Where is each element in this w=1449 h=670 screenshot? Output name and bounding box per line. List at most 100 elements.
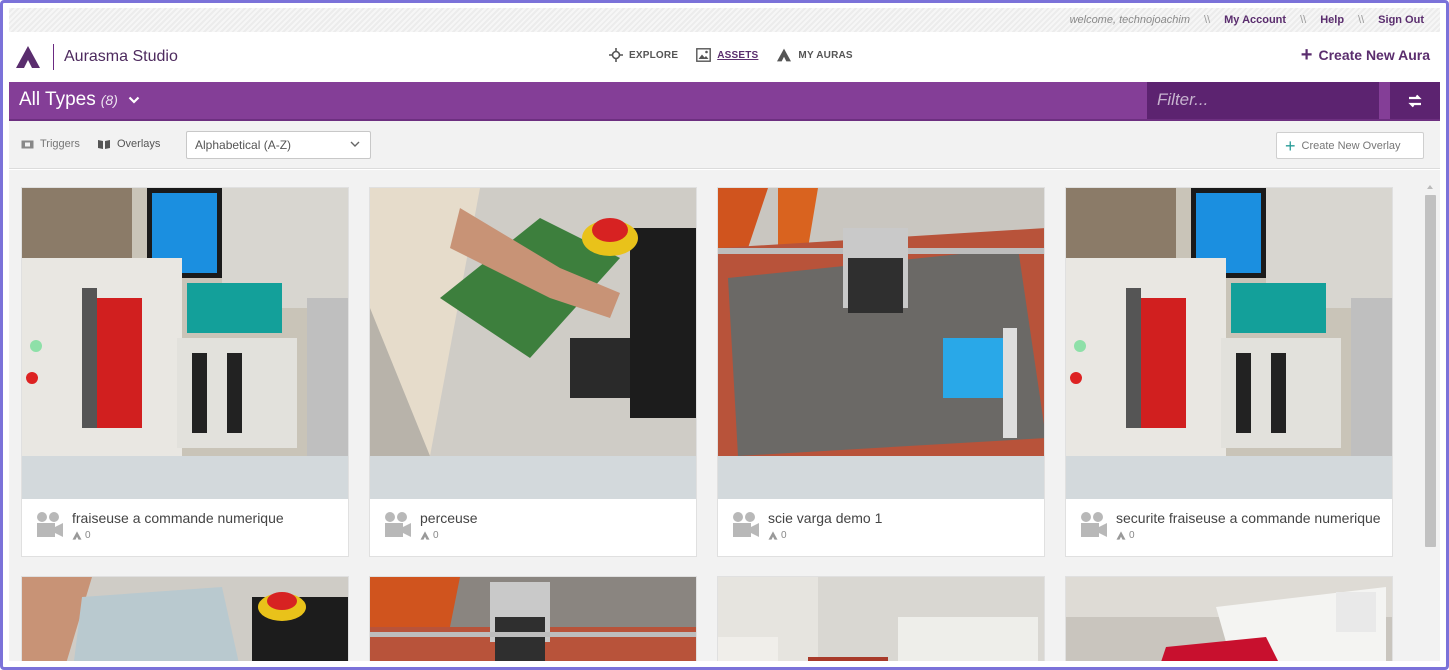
thumbnail-strip bbox=[1066, 456, 1392, 499]
app-name: Aurasma Studio bbox=[64, 48, 178, 65]
asset-card[interactable]: scie varga demo 1 0 bbox=[717, 187, 1045, 557]
chevron-down-icon bbox=[128, 96, 140, 104]
aura-logo-icon bbox=[72, 531, 82, 540]
video-camera-icon bbox=[1081, 512, 1107, 537]
asset-title: perceuse bbox=[420, 510, 478, 526]
asset-card[interactable] bbox=[369, 576, 697, 661]
filter-row: Triggers Overlays Alphabetical (A-Z) + C… bbox=[9, 121, 1440, 169]
aura-count-value: 0 bbox=[781, 530, 787, 541]
overlays-icon bbox=[98, 139, 110, 149]
plus-icon: + bbox=[1300, 44, 1313, 66]
aura-count: 0 bbox=[768, 530, 787, 541]
nav-my-auras-label: MY AURAS bbox=[798, 49, 853, 61]
type-count: (8) bbox=[100, 92, 118, 108]
nav-assets-label: ASSETS bbox=[717, 49, 759, 61]
refresh-button[interactable] bbox=[1388, 82, 1440, 119]
thumbnail-strip bbox=[370, 456, 696, 499]
asset-thumbnail[interactable] bbox=[370, 577, 696, 661]
nav-explore[interactable]: EXPLORE bbox=[609, 48, 678, 62]
scroll-thumb[interactable] bbox=[1425, 195, 1436, 547]
create-new-overlay-button[interactable]: + Create New Overlay bbox=[1276, 132, 1424, 159]
help-link[interactable]: Help bbox=[1320, 14, 1344, 26]
aura-count: 0 bbox=[72, 530, 91, 541]
aura-logo-icon bbox=[768, 531, 778, 540]
welcome-text: welcome, technojoachim bbox=[1069, 14, 1191, 26]
nav-assets[interactable]: ASSETS bbox=[696, 48, 758, 62]
camera-icon bbox=[21, 140, 34, 149]
main-nav: EXPLORE ASSETS MY AURAS bbox=[609, 48, 853, 62]
my-account-link[interactable]: My Account bbox=[1224, 14, 1286, 26]
header: Aurasma Studio EXPLORE ASSETS MY AURAS +… bbox=[9, 32, 1440, 82]
aura-count: 0 bbox=[1116, 530, 1135, 541]
asset-title: securite fraiseuse a commande numerique bbox=[1116, 510, 1381, 526]
workshop-image bbox=[1066, 577, 1392, 661]
cnc-machine-image bbox=[1066, 188, 1392, 456]
type-label: All Types bbox=[19, 89, 96, 110]
asset-title: fraiseuse a commande numerique bbox=[72, 510, 284, 526]
asset-card[interactable]: fraiseuse a commande numerique 0 bbox=[21, 187, 349, 557]
asset-card[interactable] bbox=[1065, 576, 1393, 661]
asset-card[interactable] bbox=[717, 576, 1045, 661]
asset-thumbnail[interactable] bbox=[718, 577, 1044, 661]
asset-card[interactable]: perceuse 0 bbox=[369, 187, 697, 557]
asset-thumbnail[interactable] bbox=[370, 188, 696, 456]
sort-value: Alphabetical (A-Z) bbox=[195, 138, 292, 152]
aura-logo-icon bbox=[1116, 531, 1126, 540]
asset-meta: perceuse 0 bbox=[370, 499, 696, 556]
separator: \\ bbox=[1358, 14, 1365, 26]
triggers-toggle[interactable]: Triggers bbox=[21, 138, 80, 150]
thumbnail-strip bbox=[22, 456, 348, 499]
video-camera-icon bbox=[385, 512, 411, 537]
aura-count-value: 0 bbox=[433, 530, 439, 541]
app-logo[interactable]: Aurasma Studio bbox=[15, 44, 178, 70]
asset-meta: scie varga demo 1 0 bbox=[718, 499, 1044, 556]
drill-press-image bbox=[370, 188, 696, 456]
video-camera-icon bbox=[37, 512, 63, 537]
aura-logo-icon bbox=[420, 531, 430, 540]
asset-title: scie varga demo 1 bbox=[768, 510, 883, 526]
type-bar: All Types (8) Filter... bbox=[9, 82, 1440, 121]
drill-press-image bbox=[22, 577, 348, 661]
nav-explore-label: EXPLORE bbox=[629, 49, 679, 61]
scroll-up-arrow[interactable] bbox=[1427, 185, 1433, 189]
create-new-aura-label: Create New Aura bbox=[1318, 47, 1430, 63]
filter-input[interactable]: Filter... bbox=[1147, 82, 1379, 119]
asset-meta: securite fraiseuse a commande numerique … bbox=[1066, 499, 1392, 556]
chevron-down-icon bbox=[350, 141, 360, 147]
image-icon bbox=[696, 48, 712, 62]
asset-thumbnail[interactable] bbox=[1066, 577, 1392, 661]
workshop-image bbox=[718, 577, 1044, 661]
create-new-overlay-label: Create New Overlay bbox=[1301, 139, 1401, 152]
aura-logo-icon bbox=[777, 48, 792, 62]
sort-dropdown[interactable]: Alphabetical (A-Z) bbox=[186, 131, 371, 159]
aura-count-value: 0 bbox=[85, 530, 91, 541]
video-camera-icon bbox=[733, 512, 759, 537]
cnc-machine-image bbox=[22, 188, 348, 456]
asset-thumbnail[interactable] bbox=[22, 577, 348, 661]
create-new-aura-button[interactable]: + Create New Aura bbox=[1300, 44, 1430, 66]
sign-out-link[interactable]: Sign Out bbox=[1378, 14, 1424, 26]
asset-thumbnail[interactable] bbox=[22, 188, 348, 456]
asset-card[interactable]: securite fraiseuse a commande numerique … bbox=[1065, 187, 1393, 557]
thumbnail-strip bbox=[718, 456, 1044, 499]
asset-card[interactable] bbox=[21, 576, 349, 661]
aura-count-value: 0 bbox=[1129, 530, 1135, 541]
separator: \\ bbox=[1300, 14, 1307, 26]
app-window: welcome, technojoachim \\ My Account \\ … bbox=[0, 0, 1449, 670]
type-dropdown[interactable]: All Types (8) bbox=[19, 89, 140, 111]
aura-count: 0 bbox=[420, 530, 439, 541]
asset-thumbnail[interactable] bbox=[1066, 188, 1392, 456]
nav-my-auras[interactable]: MY AURAS bbox=[776, 48, 853, 62]
plus-icon: + bbox=[1285, 135, 1296, 156]
overlays-label: Overlays bbox=[117, 138, 161, 150]
crosshair-icon bbox=[609, 48, 623, 62]
assets-grid: fraiseuse a commande numerique 0 perceus… bbox=[9, 170, 1440, 661]
scrollbar[interactable] bbox=[1424, 185, 1436, 665]
overlays-toggle[interactable]: Overlays bbox=[97, 138, 160, 150]
utility-bar: welcome, technojoachim \\ My Account \\ … bbox=[9, 8, 1440, 32]
logo-divider bbox=[53, 44, 54, 70]
separator: \\ bbox=[1204, 14, 1211, 26]
saw-image bbox=[718, 188, 1044, 456]
asset-meta: fraiseuse a commande numerique 0 bbox=[22, 499, 348, 556]
asset-thumbnail[interactable] bbox=[718, 188, 1044, 456]
